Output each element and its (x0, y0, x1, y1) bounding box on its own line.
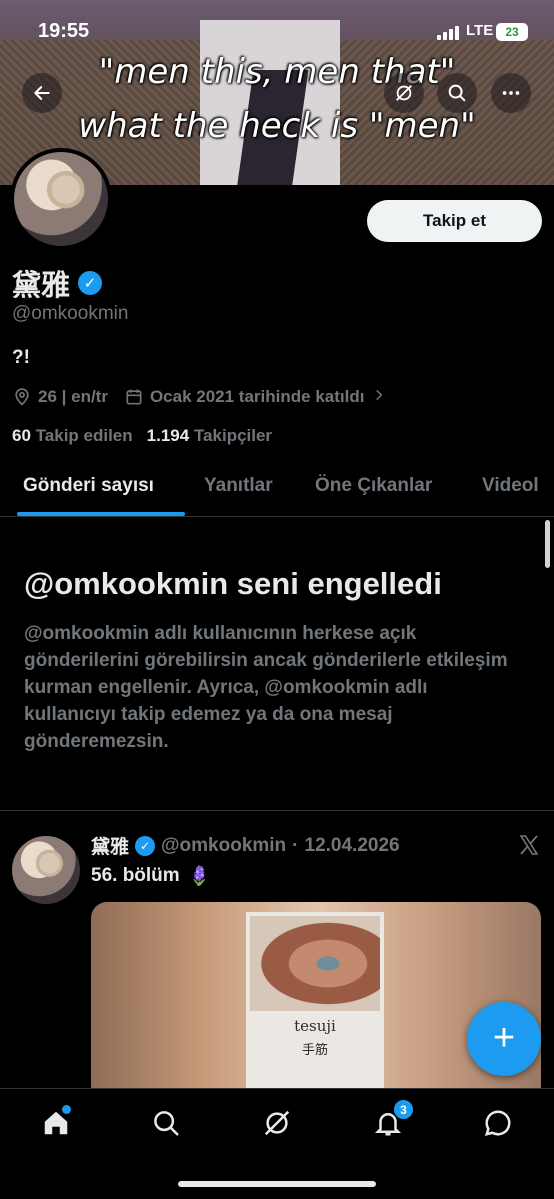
tab-posts[interactable]: Gönderi sayısı (23, 475, 154, 497)
x-logo-icon (517, 833, 541, 862)
search-icon (448, 84, 466, 102)
nav-grok[interactable] (257, 1105, 297, 1141)
post-media[interactable]: tesuji 手筋 (91, 902, 541, 1102)
scrollbar[interactable] (545, 520, 550, 568)
signal-icon (437, 26, 463, 40)
verified-badge-icon[interactable]: ✓ (78, 271, 103, 295)
search-button[interactable] (437, 73, 477, 113)
post-separator: · (292, 834, 299, 856)
hyacinth-emoji-icon: 🪻 (187, 866, 212, 887)
followers-label: Takipçiler (193, 426, 273, 445)
tab-highlights[interactable]: Öne Çıkanlar (315, 475, 432, 497)
following-count: 60 (12, 426, 31, 445)
profile-joined: Ocak 2021 tarihinde katıldı (149, 387, 365, 406)
post-text: 56. bölüm 🪻 (91, 864, 211, 888)
nav-home[interactable] (36, 1105, 76, 1141)
post-avatar[interactable] (12, 836, 80, 904)
divider (0, 810, 554, 811)
book-title: tesuji (294, 1017, 336, 1035)
nav-search[interactable] (146, 1105, 186, 1141)
avatar-image (14, 152, 108, 246)
profile-tabs: Gönderi sayısı Yanıtlar Öne Çıkanlar Vid… (0, 465, 554, 517)
network-type: LTE (466, 22, 494, 39)
post-avatar-image (12, 836, 80, 904)
grok-icon (264, 1110, 290, 1136)
post-text-content: 56. bölüm (91, 865, 180, 886)
profile-avatar[interactable] (10, 148, 112, 250)
book-cover-image: tesuji 手筋 (246, 912, 384, 1102)
notifications-badge: 3 (393, 1099, 414, 1120)
banner-caption-line-2: what the heck is "men" (78, 106, 476, 146)
search-icon (154, 1111, 179, 1136)
post-author-name[interactable]: 黛雅 (91, 832, 129, 859)
tab-videos[interactable]: Videol (482, 475, 539, 497)
post-header: 黛雅 ✓ @omkookmin · 12.04.2026 (91, 832, 400, 859)
back-button[interactable] (22, 73, 62, 113)
nav-messages[interactable] (478, 1105, 518, 1141)
tab-replies[interactable]: Yanıtlar (204, 475, 273, 497)
display-name: 黛雅 (12, 268, 71, 302)
profile-location: 26 | en/tr (38, 387, 108, 406)
profile-bio: ?! (12, 347, 30, 368)
grok-button[interactable] (384, 73, 424, 113)
active-tab-indicator (17, 512, 185, 516)
followers-count: 1.194 (146, 426, 190, 445)
blocked-title: @omkookmin seni engelledi (24, 566, 442, 601)
battery-icon: 23 (496, 23, 528, 41)
chevron-right-icon[interactable] (372, 387, 386, 407)
status-time: 19:55 (38, 20, 90, 42)
blocked-description: @omkookmin adlı kullanıcının herkese açı… (24, 623, 508, 752)
status-bar: 19:55 LTE 23 (0, 18, 554, 48)
location-icon (12, 387, 32, 407)
more-horizontal-icon (502, 91, 520, 95)
more-button[interactable] (491, 73, 531, 113)
follow-button[interactable]: Takip et (367, 200, 542, 242)
profile-handle: @omkookmin (12, 303, 129, 324)
compose-button[interactable]: + (467, 1002, 541, 1076)
nav-notifications[interactable]: 3 (368, 1099, 414, 1141)
post-date[interactable]: 12.04.2026 (305, 835, 400, 857)
battery-level: 23 (505, 25, 519, 39)
calendar-icon (124, 387, 144, 407)
profile-meta: 26 | en/tr Ocak 2021 tarihinde katıldı (12, 385, 386, 409)
followers-link[interactable]: 1.194 Takipçiler (147, 426, 272, 446)
home-notification-dot (62, 1105, 71, 1114)
arrow-left-icon (34, 86, 50, 100)
grok-icon (396, 85, 412, 101)
profile-name: 黛雅 ✓ (12, 262, 103, 304)
following-link[interactable]: 60 Takip edilen (12, 426, 133, 446)
bottom-navigation: 3 (0, 1088, 554, 1199)
verified-badge-icon: ✓ (135, 835, 156, 856)
post-author-handle[interactable]: @omkookmin (161, 835, 286, 857)
following-label: Takip edilen (35, 426, 133, 445)
book-cover-art (250, 916, 380, 1011)
book-subtitle: 手筋 (301, 1042, 328, 1057)
follow-counts: 60 Takip edilen 1.194 Takipçiler (12, 426, 272, 446)
message-icon (484, 1110, 511, 1137)
home-indicator[interactable] (178, 1181, 376, 1187)
